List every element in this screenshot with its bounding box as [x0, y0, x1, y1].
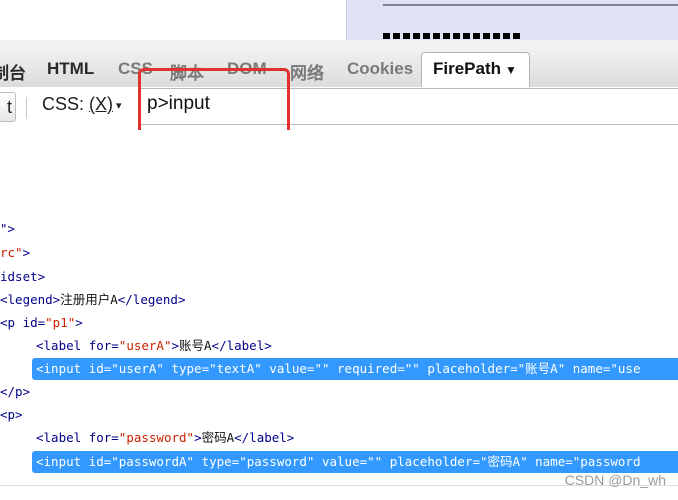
attr-value: rc": [0, 245, 23, 260]
chevron-down-icon: ▼: [505, 63, 517, 77]
attr-value: "p1": [45, 315, 76, 330]
tab-html[interactable]: HTML: [47, 59, 94, 79]
tag-close: </legend>: [117, 292, 186, 307]
attr-value: "password": [118, 430, 195, 445]
tab-firepath[interactable]: FirePath ▼: [421, 52, 530, 87]
tree-line-input-user-selected[interactable]: <input id="userA" type="textA" value="" …: [32, 358, 678, 380]
dom-tree-panel: "> rc"> idset> <legend>注册用户A</legend> <p…: [0, 130, 678, 490]
toolbar-separator: [26, 97, 27, 119]
divider: [383, 4, 678, 6]
tree-line-input-password-selected[interactable]: <input id="passwordA" type="password" va…: [32, 451, 678, 473]
tag-close: </label>: [211, 338, 272, 353]
tree-line-label-password[interactable]: <label for="password">密码A</label>: [36, 427, 294, 449]
tree-line[interactable]: idset>: [0, 266, 45, 288]
tag: idset>: [0, 269, 46, 284]
chevron-down-icon[interactable]: ▾: [116, 99, 122, 112]
tag: ">: [0, 221, 16, 236]
firepath-toolbar: t CSS: (X) ▾ p>input: [0, 87, 678, 127]
tag: >: [22, 245, 31, 260]
tree-line-p1[interactable]: <p id="p1">: [0, 312, 83, 334]
tab-cookies[interactable]: Cookies: [347, 59, 413, 79]
watermark: CSDN @Dn_wh: [564, 472, 666, 488]
attr-name: for=: [88, 430, 119, 445]
label-text: 密码A: [201, 430, 235, 445]
tag: <p>: [0, 407, 23, 422]
tag-mid: >: [171, 338, 180, 353]
tag-close: </label>: [234, 430, 295, 445]
tag-open: <label: [36, 338, 89, 353]
tag-mid: >: [194, 430, 202, 445]
tab-network[interactable]: 网络: [290, 59, 324, 84]
tag-close: >: [75, 315, 83, 330]
tag-open: <label: [36, 430, 89, 445]
tab-firepath-label: FirePath: [433, 59, 502, 78]
input-user-markup: <input id="userA" type="textA" value="" …: [36, 361, 641, 376]
top-right-panel: [346, 0, 678, 40]
tag: </p>: [0, 384, 31, 399]
selector-type-dropdown[interactable]: CSS: (X): [42, 94, 113, 115]
attr-name: for=: [88, 338, 119, 353]
tree-line[interactable]: rc">: [0, 242, 30, 264]
clipped-text: [383, 33, 523, 39]
tree-line[interactable]: <p>: [0, 404, 23, 426]
tag-open: <legend>: [0, 292, 61, 307]
label-text: 账号A: [179, 338, 212, 353]
tree-line-label-user[interactable]: <label for="userA">账号A</label>: [36, 335, 272, 357]
attr-value: "userA": [118, 338, 172, 353]
tree-line-legend[interactable]: <legend>注册用户A</legend>: [0, 289, 185, 311]
inspect-button[interactable]: t: [0, 92, 16, 122]
devtools-tab-strip: 制台 HTML CSS 脚本 DOM 网络 Cookies FirePath ▼: [0, 47, 678, 88]
legend-text: 注册用户A: [60, 292, 118, 307]
tree-line[interactable]: ">: [0, 218, 15, 240]
tab-console[interactable]: 制台: [0, 59, 26, 84]
selector-type-key: (X): [89, 94, 114, 114]
input-password-markup: <input id="passwordA" type="password" va…: [36, 454, 641, 469]
selector-type-prefix: CSS:: [42, 94, 90, 114]
tree-line[interactable]: </p>: [0, 381, 30, 403]
attr-name: id=: [22, 315, 46, 330]
tag-open: <p: [0, 315, 23, 330]
